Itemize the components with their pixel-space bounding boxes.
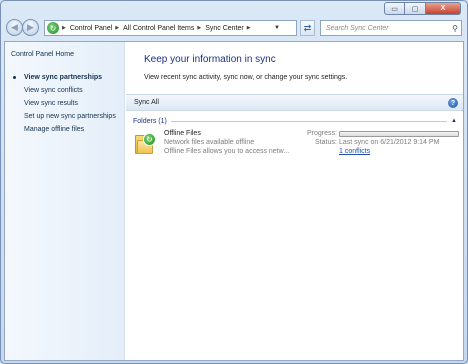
refresh-button[interactable]: ⇄ [300, 20, 315, 36]
refresh-icon: ⇄ [303, 22, 312, 33]
page-subtitle: View recent sync activity, sync now, or … [144, 74, 348, 81]
help-icon[interactable]: ? [448, 98, 458, 108]
address-dropdown-icon[interactable]: ▼ [274, 25, 280, 31]
address-bar[interactable]: ↻ ▶ Control Panel ▶ All Control Panel Ite… [44, 20, 297, 36]
breadcrumb-separator[interactable]: ▶ [115, 25, 119, 31]
sync-progress-bar [339, 131, 459, 137]
content-area: Control Panel Home View sync partnership… [4, 41, 464, 361]
search-icon[interactable]: ⚲ [452, 24, 458, 33]
item-description-detail: Offline Files allows you to access netw.… [164, 148, 290, 155]
minimize-button[interactable]: ▭ [384, 2, 405, 15]
forward-button[interactable]: ▶ [22, 19, 39, 36]
sidebar-item-set-up-partnerships[interactable]: Set up new sync partnerships [5, 110, 125, 123]
sync-center-icon: ↻ [47, 22, 59, 34]
breadcrumb-separator[interactable]: ▶ [62, 25, 66, 31]
breadcrumb-separator[interactable]: ▶ [197, 25, 201, 31]
collapse-icon[interactable]: ▲ [451, 118, 457, 124]
sync-badge-icon: ↻ [143, 133, 156, 146]
sidebar-home-link[interactable]: Control Panel Home [11, 51, 74, 58]
folders-group-header[interactable]: Folders (1) ▲ [133, 116, 457, 126]
item-name: Offline Files [164, 130, 201, 137]
close-button[interactable]: X [426, 2, 461, 15]
minimize-icon: ▭ [391, 5, 398, 13]
breadcrumb-control-panel[interactable]: Control Panel ▶ [70, 25, 123, 32]
progress-label: Progress: [307, 130, 337, 137]
offline-files-folder-icon: ↻ [133, 131, 157, 155]
sidebar-item-view-sync-results[interactable]: View sync results [5, 97, 125, 110]
breadcrumb-separator[interactable]: ▶ [247, 25, 251, 31]
status-label: Status: [315, 139, 337, 146]
conflicts-link[interactable]: 1 conflicts [339, 148, 370, 155]
maximize-icon: ▢ [411, 5, 419, 13]
search-box[interactable]: Search Sync Center ⚲ [320, 20, 462, 36]
sidebar-item-view-sync-conflicts[interactable]: View sync conflicts [5, 84, 125, 97]
search-input[interactable]: Search Sync Center [326, 25, 452, 32]
sidebar-item-view-sync-partnerships[interactable]: View sync partnerships [5, 71, 125, 84]
sidebar: Control Panel Home View sync partnership… [5, 42, 125, 360]
breadcrumb-sync-center[interactable]: Sync Center ▶ [205, 25, 254, 32]
sidebar-item-manage-offline-files[interactable]: Manage offline files [5, 123, 125, 136]
item-description: Network files available offline [164, 139, 255, 146]
sync-all-button[interactable]: Sync All [134, 99, 159, 106]
forward-arrow-icon: ▶ [27, 22, 34, 32]
group-title: Folders (1) [133, 117, 167, 125]
page-title: Keep your information in sync [144, 54, 276, 65]
back-arrow-icon: ◀ [11, 22, 18, 32]
breadcrumb-all-items[interactable]: All Control Panel Items ▶ [123, 25, 205, 32]
sidebar-tasks: View sync partnerships View sync conflic… [5, 71, 125, 136]
caption-buttons: ▭ ▢ X [384, 2, 461, 15]
back-button[interactable]: ◀ [6, 19, 23, 36]
command-bar: Sync All ? [126, 94, 463, 111]
sync-center-window: ▭ ▢ X ◀ ▶ ↻ ▶ Control Panel ▶ All Control… [0, 0, 468, 364]
status-value: Last sync on 6/21/2012 9:14 PM [339, 139, 440, 146]
list-item[interactable]: ↻ Offline Files Network files available … [133, 130, 459, 158]
main-pane: Keep your information in sync View recen… [126, 42, 463, 360]
close-icon: X [440, 5, 446, 12]
maximize-button[interactable]: ▢ [405, 2, 426, 15]
group-divider [170, 120, 448, 122]
